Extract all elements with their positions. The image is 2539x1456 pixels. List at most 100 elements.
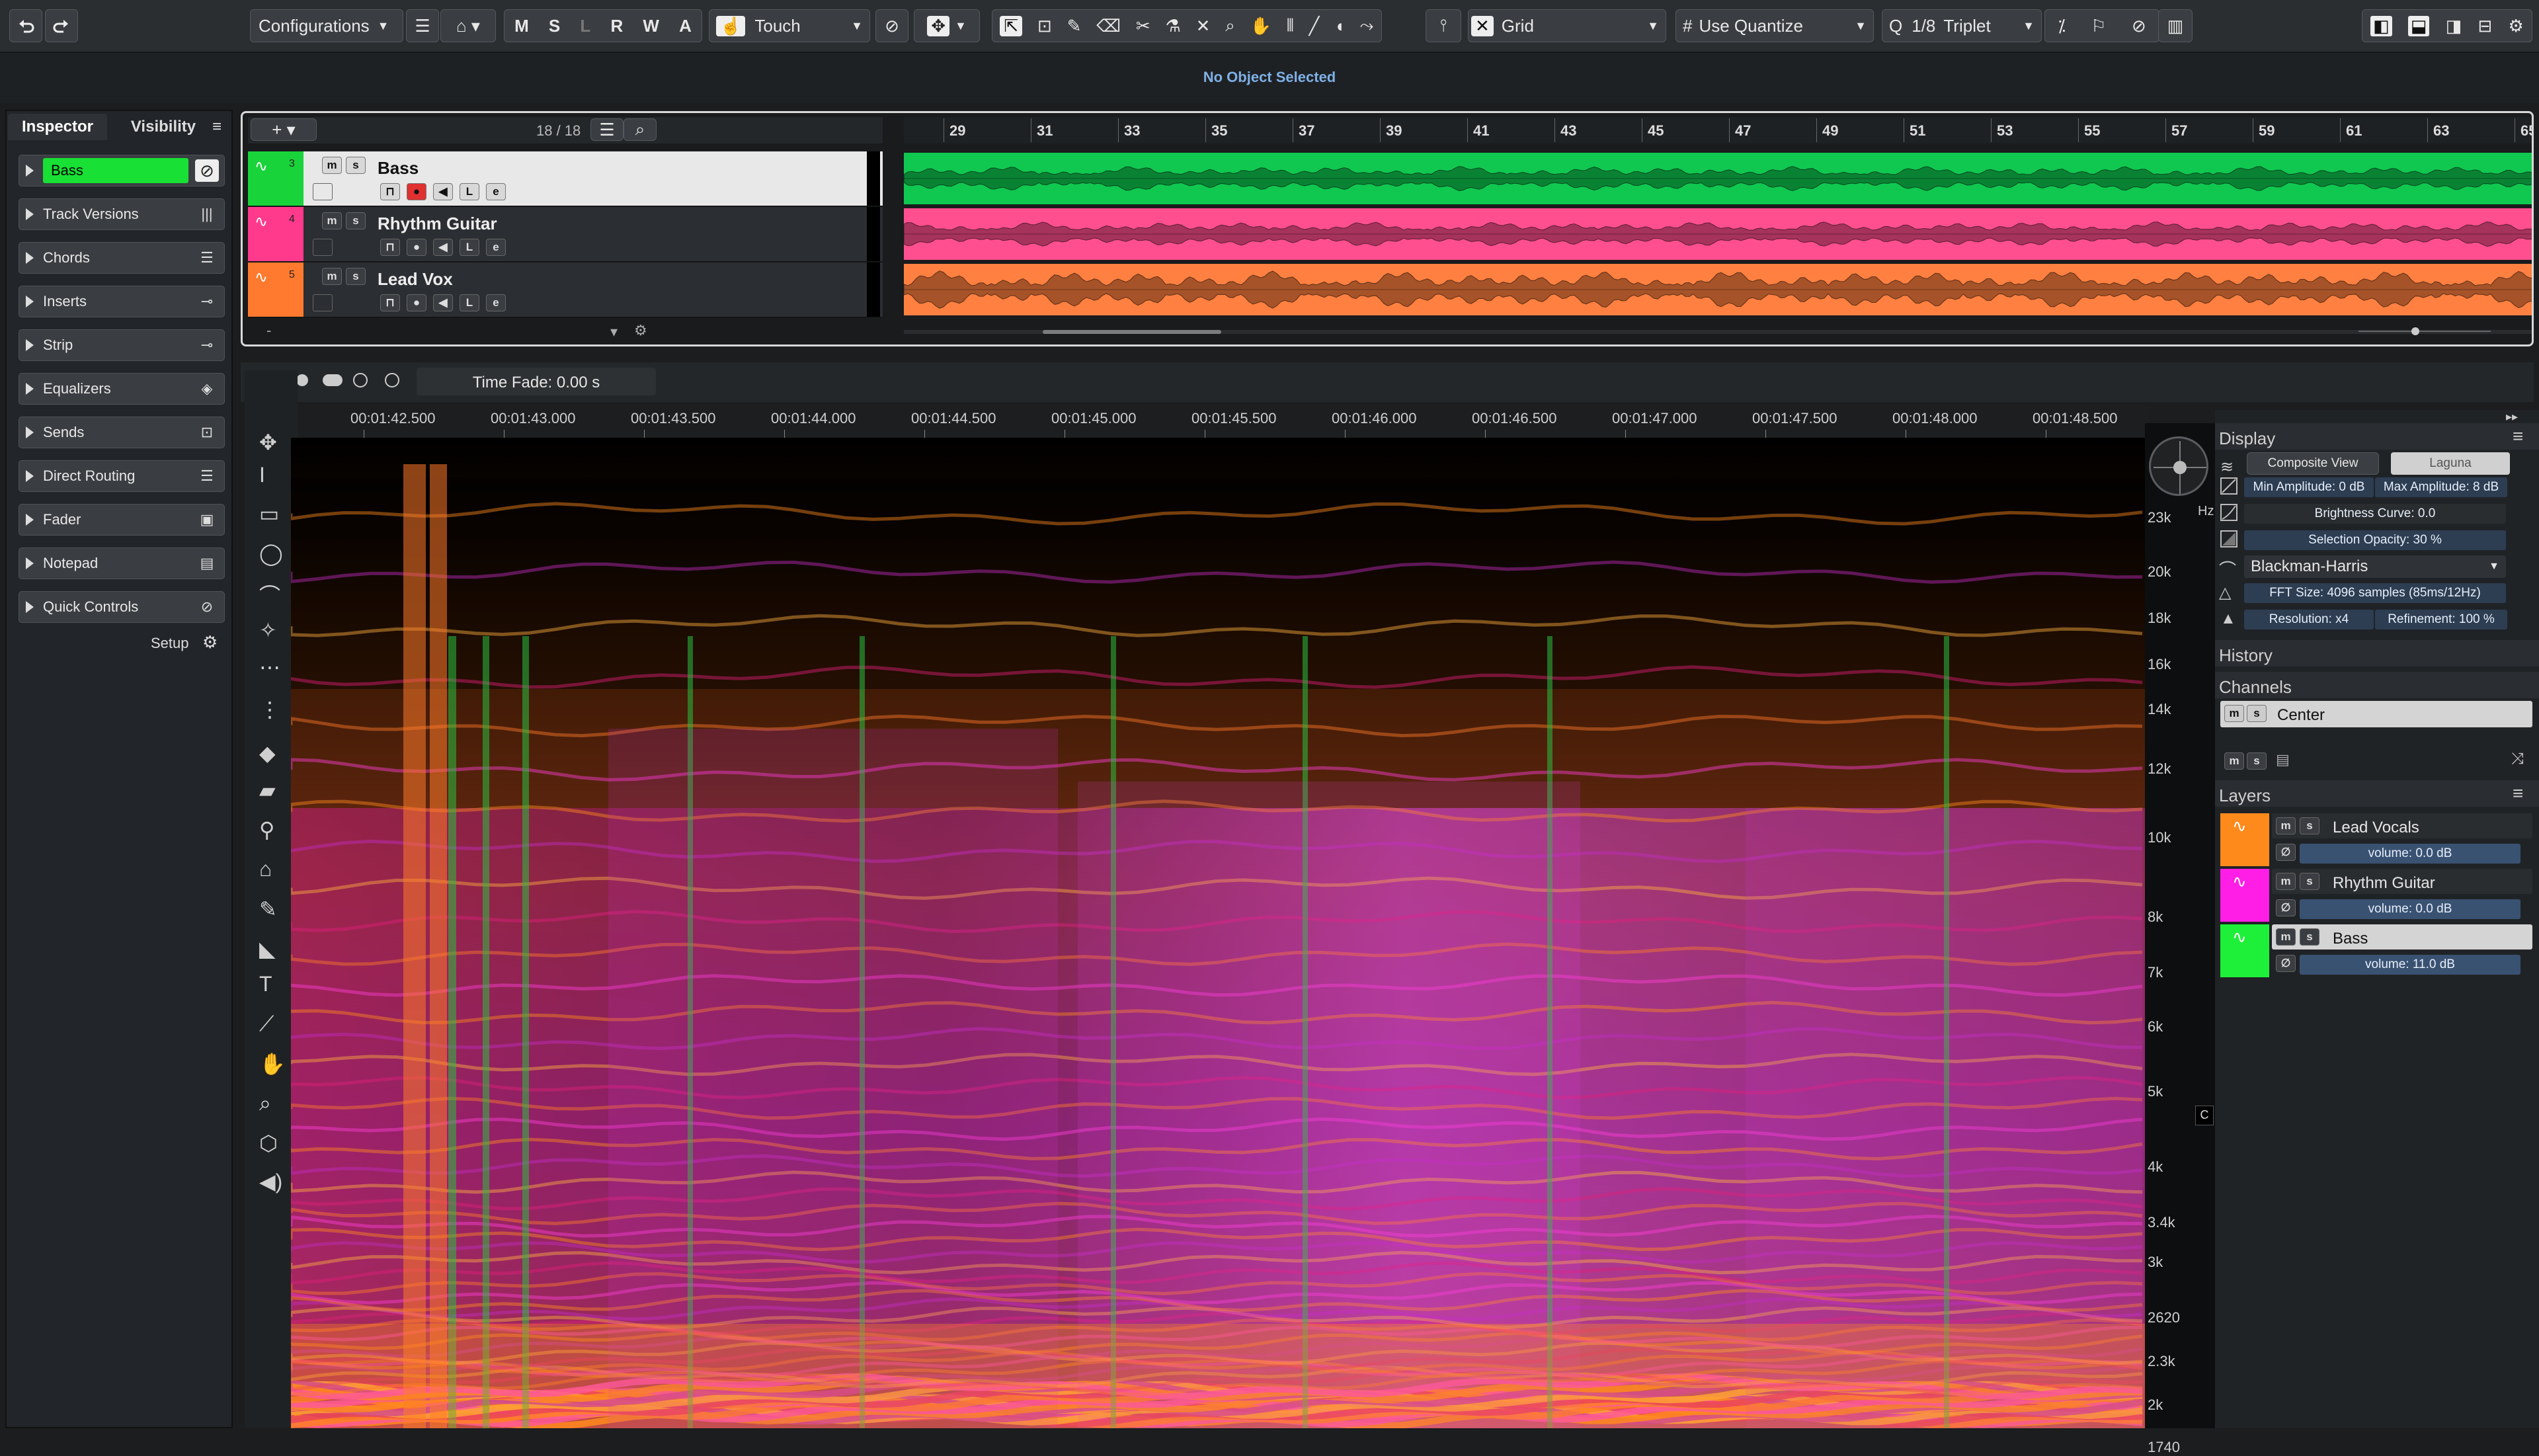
draw-icon[interactable]: ✎	[1067, 16, 1082, 36]
layout-button[interactable]: ☰	[406, 9, 439, 42]
redo-button[interactable]	[45, 9, 78, 42]
gear-icon[interactable]: ⚙	[2509, 16, 2524, 36]
solo-button[interactable]: s	[346, 157, 366, 174]
edit-channel-button[interactable]: e	[486, 239, 506, 256]
shuffle-icon[interactable]: ⤨	[2511, 750, 2524, 768]
minus-icon[interactable]: -	[266, 322, 271, 339]
fft-size-slider[interactable]: FFT Size: 4096 samples (85ms/12Hz)	[2244, 583, 2506, 603]
layer-list-icon[interactable]: ▤	[2276, 751, 2290, 768]
inspector-section-equalizers[interactable]: Equalizers ◈	[19, 373, 225, 405]
mute-button[interactable]: m	[322, 268, 342, 285]
speaker-icon[interactable]: ◀)	[259, 1169, 282, 1194]
inspector-section-inserts[interactable]: Inserts ⊸	[19, 286, 225, 317]
chevron-down-icon[interactable]: ▾	[610, 323, 618, 341]
layer-volume-slider[interactable]: volume: 0.0 dB	[2300, 899, 2520, 919]
audio-event-bass[interactable]	[904, 153, 2532, 204]
selection-opacity-slider[interactable]: Selection Opacity: 30 %	[2244, 530, 2506, 550]
hand-icon[interactable]: ✋	[1250, 16, 1271, 36]
mute-all-button[interactable]: m	[2224, 752, 2244, 770]
menu-icon[interactable]: ≡	[2513, 426, 2523, 447]
mute-button[interactable]: m	[2276, 928, 2296, 946]
snap-type-dropdown[interactable]: ✕ Grid ▼	[1468, 9, 1666, 42]
track-checkbox[interactable]	[313, 239, 333, 256]
magic-wand-icon[interactable]: ✧	[259, 618, 277, 643]
channels-header[interactable]: Channels	[2215, 672, 2539, 698]
cube-icon[interactable]: ⬡	[259, 1131, 278, 1156]
quantize-value-dropdown[interactable]: Q 1/8 Triplet ▼	[1882, 9, 2042, 42]
automation-panel-button[interactable]: ⊘	[875, 9, 908, 42]
automation-mode-dropdown[interactable]: ☝ Touch ▼	[709, 9, 870, 42]
mode-button-m[interactable]: M	[514, 16, 529, 36]
edit-channel-button[interactable]: e	[486, 183, 506, 200]
mute-button[interactable]: m	[322, 157, 342, 174]
frequency-select-icon[interactable]: ⋮	[259, 697, 280, 722]
lower-zone-icon[interactable]: ⬓	[2407, 15, 2430, 36]
warp-icon[interactable]: ⤳	[1360, 15, 1374, 36]
zoom-icon[interactable]: ⌕	[1225, 15, 1235, 36]
solo-button[interactable]: s	[346, 268, 366, 285]
pencil-icon[interactable]: ✎	[259, 897, 277, 922]
spectrogram-display[interactable]	[291, 438, 2145, 1428]
solo-dot-icon[interactable]	[296, 374, 308, 386]
configurations-dropdown[interactable]: Configurations ▼	[250, 9, 403, 42]
edit-channel-button[interactable]: e	[486, 294, 506, 311]
inspector-section-track-versions[interactable]: Track Versions |||	[19, 198, 225, 230]
comp-icon[interactable]: ⫴	[1287, 15, 1294, 36]
quantize-mode-dropdown[interactable]: # Use Quantize ▼	[1675, 9, 1874, 42]
color-scheme-dropdown[interactable]: Laguna	[2391, 452, 2510, 475]
time-ruler[interactable]: 00:01:42.500 00:01:43.000 00:01:43.500 00:0…	[298, 405, 2149, 438]
window-function-dropdown[interactable]: Blackman-Harris ▼	[2244, 555, 2506, 578]
lock-icon[interactable]: ⊓	[380, 294, 400, 311]
fill-icon[interactable]: ◣	[259, 936, 276, 961]
move-icon[interactable]: ✥	[259, 430, 277, 455]
inspector-section-notepad[interactable]: Notepad ▤	[19, 547, 225, 579]
quantize-reset-icon[interactable]: ⊘	[2132, 16, 2146, 36]
left-zone-icon[interactable]: ◧	[2370, 15, 2392, 36]
line-icon[interactable]: ╱	[1309, 16, 1320, 36]
lasso-icon[interactable]: ◯	[259, 541, 283, 566]
quantize-flag-icon[interactable]: ⚐	[2091, 16, 2106, 36]
clone-stamp-icon[interactable]: ⚲	[259, 817, 274, 842]
mute-button[interactable]: m	[322, 212, 342, 229]
eraser-icon[interactable]: ◆	[259, 741, 276, 766]
time-fade-field[interactable]: Time Fade: 0.00 s	[417, 368, 656, 395]
record-enable-button[interactable]: ●	[407, 183, 426, 200]
monitor-button[interactable]: ◀	[433, 294, 453, 311]
display-header[interactable]: Display ≡	[2215, 423, 2539, 450]
lock-icon[interactable]: ⊓	[380, 183, 400, 200]
brightness-curve-slider[interactable]: Brightness Curve: 0.0	[2244, 504, 2506, 524]
gear-icon[interactable]: ⚙	[634, 322, 647, 339]
inspector-section-fader[interactable]: Fader ▣	[19, 504, 225, 536]
solo-button[interactable]: s	[2247, 705, 2267, 722]
resolution-slider[interactable]: Resolution: x4	[2244, 610, 2374, 629]
heal-icon[interactable]: ⌂	[259, 857, 272, 881]
hand-icon[interactable]: ✋	[259, 1051, 286, 1076]
phase-icon[interactable]: ∅	[2276, 955, 2296, 972]
auto-scroll-dropdown[interactable]: ✥ ▼	[914, 9, 980, 42]
read-automation-button[interactable]: L	[460, 239, 479, 256]
monitor-button[interactable]: ◀	[433, 239, 453, 256]
layer-volume-slider[interactable]: volume: 0.0 dB	[2300, 844, 2520, 864]
iterative-quantize-icon[interactable]: ⁒	[2058, 16, 2066, 36]
split-icon[interactable]: ✂	[1136, 16, 1150, 36]
track-visibility-button[interactable]: ☰	[590, 118, 624, 141]
mute-icon[interactable]: ✕	[1196, 16, 1211, 36]
object-selection-icon[interactable]: ⇱	[1000, 15, 1023, 36]
window-layout-dropdown[interactable]: ⌂ ▾	[440, 9, 496, 42]
mode-button-r[interactable]: R	[610, 16, 623, 36]
tab-inspector[interactable]: Inspector	[8, 114, 107, 140]
menu-icon[interactable]: ≡	[205, 114, 229, 140]
media-bay-button[interactable]: ▥	[2158, 9, 2193, 42]
inspector-section-strip[interactable]: Strip ⊸	[19, 329, 225, 361]
solo-all-button[interactable]: s	[2247, 752, 2267, 770]
solo-button[interactable]: s	[2300, 873, 2319, 890]
brush-select-icon[interactable]: ⌒	[259, 579, 280, 610]
attenuate-icon[interactable]: ▰	[259, 778, 276, 803]
position-dial[interactable]	[2149, 436, 2208, 496]
layer-row-rhythm-guitar[interactable]: ∿ m s Rhythm Guitar ∅ volume: 0.0 dB	[2220, 869, 2532, 922]
inspector-section-quick-controls[interactable]: Quick Controls ⊘	[19, 591, 225, 623]
mute-button[interactable]: m	[2276, 873, 2296, 890]
transport-icon[interactable]: ⊟	[2478, 16, 2493, 36]
lock-icon[interactable]: ⊓	[380, 239, 400, 256]
glue-icon[interactable]: ⚗	[1166, 16, 1181, 36]
